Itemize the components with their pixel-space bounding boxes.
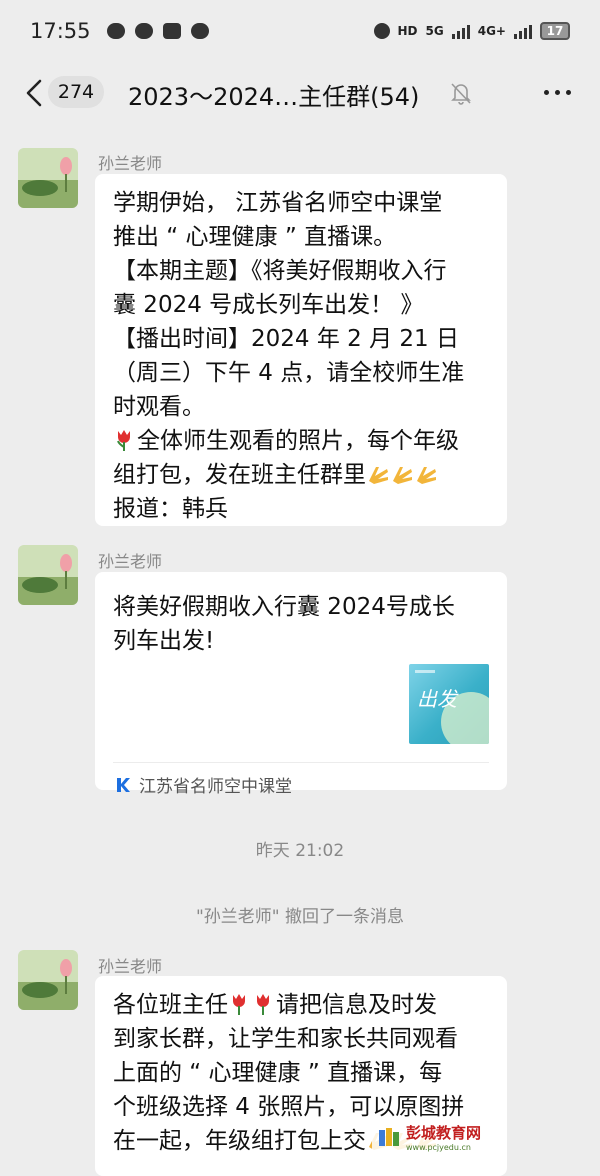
unread-count-badge[interactable]: 274: [48, 76, 104, 108]
avatar[interactable]: [18, 148, 78, 208]
message-line: 【本期主题】《将美好假期收入行: [113, 258, 447, 284]
message-line: 报道：韩兵: [113, 496, 228, 522]
watermark-logo-icon: [379, 1128, 399, 1146]
message-line: （周三）下午 4 点，请全校师生准: [113, 360, 465, 386]
clap-emoji-icon: [393, 467, 412, 484]
clap-emoji-icon: [417, 467, 436, 484]
4g-label: 4G+: [477, 24, 506, 38]
timestamp: 昨天 21:02: [255, 841, 345, 861]
message-text: 在一起，年级组打包上交: [113, 1128, 366, 1154]
message-text: 请把信息及时发: [276, 992, 437, 1018]
chat-title[interactable]: 2023～2024…主任群(54): [128, 77, 419, 112]
watermark-name: 彭城教育网: [406, 1124, 482, 1142]
link-icon: [134, 23, 153, 39]
source-logo-icon: [117, 777, 130, 792]
link-card-title: 将美好假期收入行囊 2024号成长: [113, 594, 455, 620]
link-source: 江苏省名师空中课堂: [115, 772, 292, 797]
sender-name: 孙兰老师: [98, 154, 163, 173]
message-text: 组打包，发在班主任群里: [113, 462, 366, 488]
sender-name: 孙兰老师: [98, 552, 163, 571]
recall-notice: "孙兰老师" 撤回了一条消息: [195, 907, 405, 927]
watermark: 彭城教育网 www.pcjyedu.cn: [372, 1120, 488, 1154]
signal-5g-icon: [451, 23, 470, 39]
message-line: 组打包，发在班主任群里: [113, 458, 489, 492]
status-left: 17:55: [30, 19, 209, 43]
message-line: 上面的 “ 心理健康 ” 直播课，每: [113, 1060, 443, 1086]
cloud-icon: [106, 23, 125, 39]
back-arrow-icon[interactable]: [22, 78, 48, 108]
message-line: 时观看。: [113, 394, 205, 420]
message-line: 学期伊始， 江苏省名师空中课堂: [113, 190, 443, 216]
app-notification-icon: [190, 23, 209, 39]
5g-label: 5G: [425, 24, 444, 38]
more-icon[interactable]: [544, 90, 571, 95]
status-time: 17:55: [30, 19, 91, 43]
source-name: 江苏省名师空中课堂: [139, 777, 292, 797]
message-text: 全体师生观看的照片，每个年级: [137, 428, 459, 454]
signal-4g-icon: [514, 23, 532, 39]
message-line: 各位班主任 请把信息及时发: [113, 988, 489, 1022]
chat-header: 274 2023～2024…主任群(54): [0, 62, 600, 124]
status-bar: 17:55 HD 5G 4G+ 17: [0, 0, 600, 62]
link-card-title: 列车出发!: [113, 628, 215, 654]
clap-emoji-icon: [369, 467, 388, 484]
hd-label: HD: [397, 24, 418, 38]
message-text: 各位班主任: [113, 992, 228, 1018]
avatar[interactable]: [18, 950, 78, 1010]
alarm-icon: [373, 23, 390, 39]
tulip-emoji-icon: [117, 430, 130, 451]
message-line: 到家长群，让学生和家长共同观看: [113, 1026, 458, 1052]
tulip-emoji-icon: [257, 994, 269, 1015]
play-icon: [162, 23, 181, 39]
thumbnail-text: 出发: [417, 687, 459, 711]
message-line: 囊 2024 号成长列车出发！ 》: [113, 292, 424, 318]
sender-name: 孙兰老师: [98, 957, 163, 976]
watermark-url: www.pcjyedu.cn: [406, 1143, 471, 1152]
link-card-thumbnail: 出发: [409, 664, 489, 744]
battery-icon: 17: [540, 22, 570, 40]
link-card[interactable]: 将美好假期收入行囊 2024号成长 列车出发! 出发 江苏省名师空中课堂: [95, 572, 507, 797]
message-line: 个班级选择 4 张照片，可以原图拼: [113, 1094, 465, 1120]
message-bubble[interactable]: 学期伊始， 江苏省名师空中课堂 推出 “ 心理健康 ” 直播课。 【本期主题】《…: [95, 174, 507, 526]
message-line: 【播出时间】2024 年 2 月 21 日: [113, 326, 459, 352]
message-line: 推出 “ 心理健康 ” 直播课。: [113, 224, 397, 250]
divider: [113, 762, 489, 763]
status-right: HD 5G 4G+ 17: [373, 22, 570, 40]
tulip-emoji-icon: [233, 994, 245, 1015]
message-line: 全体师生观看的照片，每个年级: [113, 424, 489, 458]
muted-bell-icon: [451, 83, 471, 105]
avatar[interactable]: [18, 545, 78, 605]
